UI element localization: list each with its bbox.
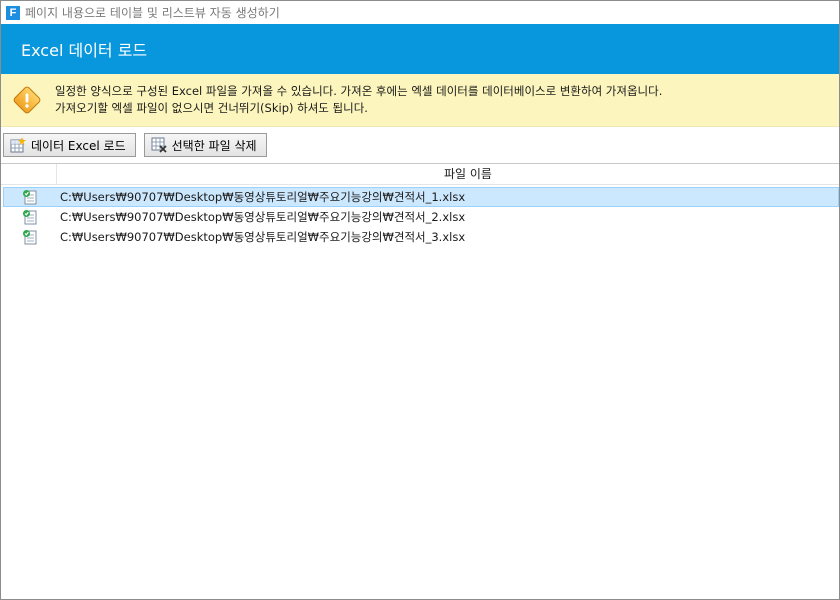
list-rows: C:₩Users₩90707₩Desktop₩동영상튜토리얼₩주요기능강의₩견적… [1, 185, 839, 247]
page-header: Excel 데이터 로드 [1, 24, 839, 74]
list-header: 파일 이름 [1, 164, 839, 185]
notice-line-2: 가져오기할 엑셀 파일이 없으시면 건너뛰기(Skip) 하셔도 됩니다. [55, 101, 368, 115]
window-title: 페이지 내용으로 테이블 및 리스트뷰 자동 생성하기 [25, 6, 280, 20]
app-logo-icon: F [6, 5, 20, 20]
notice-banner: 일정한 양식으로 구성된 Excel 파일을 가져올 수 있습니다. 가져온 후… [1, 74, 839, 127]
app-window: F 페이지 내용으로 테이블 및 리스트뷰 자동 생성하기 Excel 데이터 … [0, 0, 840, 600]
page-title: Excel 데이터 로드 [21, 41, 148, 60]
file-name-column-header[interactable]: 파일 이름 [57, 164, 839, 184]
excel-file-icon [23, 230, 37, 245]
file-path: C:₩Users₩90707₩Desktop₩동영상튜토리얼₩주요기능강의₩견적… [60, 190, 466, 204]
excel-file-icon [23, 190, 37, 205]
warning-icon [13, 86, 41, 114]
load-excel-label: 데이터 Excel 로드 [31, 138, 126, 153]
icon-column-header[interactable] [1, 164, 57, 184]
list-item[interactable]: C:₩Users₩90707₩Desktop₩동영상튜토리얼₩주요기능강의₩견적… [3, 227, 839, 247]
title-bar: F 페이지 내용으로 테이블 및 리스트뷰 자동 생성하기 [1, 1, 839, 24]
list-item[interactable]: C:₩Users₩90707₩Desktop₩동영상튜토리얼₩주요기능강의₩견적… [3, 207, 839, 227]
toolbar: 데이터 Excel 로드 선택한 파일 삭제 [1, 127, 839, 163]
delete-file-icon [151, 137, 167, 153]
delete-selected-button[interactable]: 선택한 파일 삭제 [143, 133, 267, 157]
excel-load-icon [10, 137, 26, 153]
load-excel-button[interactable]: 데이터 Excel 로드 [3, 133, 136, 157]
notice-text: 일정한 양식으로 구성된 Excel 파일을 가져올 수 있습니다. 가져온 후… [55, 83, 662, 117]
notice-line-1: 일정한 양식으로 구성된 Excel 파일을 가져올 수 있습니다. 가져온 후… [55, 84, 663, 98]
delete-selected-label: 선택한 파일 삭제 [171, 138, 257, 153]
file-list-view[interactable]: 파일 이름 C:₩Users₩90707₩Desktop₩동영상튜토리얼₩주요기… [1, 163, 839, 599]
file-path: C:₩Users₩90707₩Desktop₩동영상튜토리얼₩주요기능강의₩견적… [60, 230, 466, 244]
file-path: C:₩Users₩90707₩Desktop₩동영상튜토리얼₩주요기능강의₩견적… [60, 210, 466, 224]
excel-file-icon [23, 210, 37, 225]
list-item[interactable]: C:₩Users₩90707₩Desktop₩동영상튜토리얼₩주요기능강의₩견적… [3, 187, 839, 207]
